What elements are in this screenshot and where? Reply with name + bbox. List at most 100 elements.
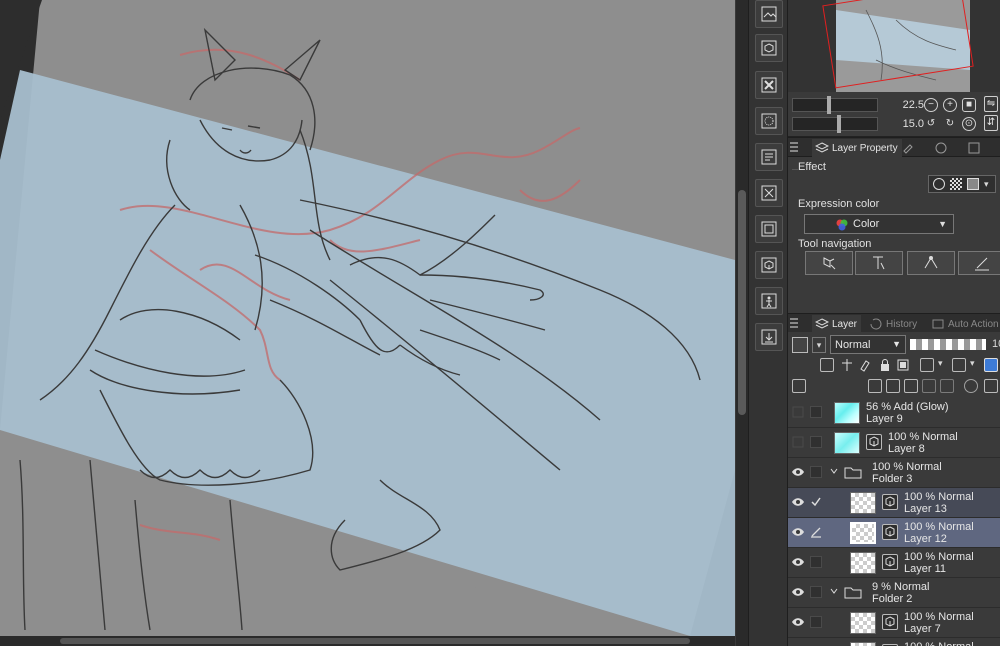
layer-folder-row[interactable]: 100 % Normal Folder 3 — [788, 458, 1000, 488]
combine-down-icon[interactable] — [940, 379, 954, 393]
eye-icon[interactable] — [791, 495, 805, 509]
horizontal-scroll-thumb[interactable] — [60, 638, 690, 644]
layer-check-box[interactable] — [810, 436, 822, 448]
chevron-down-icon[interactable] — [830, 467, 838, 475]
layer-check-box[interactable] — [810, 556, 822, 568]
figure-icon[interactable] — [755, 287, 783, 315]
layer-check-box[interactable] — [810, 406, 822, 418]
vertical-scrollbar[interactable] — [735, 0, 748, 646]
zoom-slider[interactable] — [792, 96, 878, 114]
layer-mask-icon[interactable] — [964, 379, 978, 393]
eye-icon[interactable] — [791, 465, 805, 479]
image-material-icon[interactable] — [755, 0, 783, 28]
chevron-down-icon[interactable]: ▾ — [812, 337, 826, 353]
eye-hidden-icon[interactable] — [791, 405, 805, 419]
vertical-scroll-thumb[interactable] — [738, 190, 746, 415]
rotate-right-icon[interactable]: ↻ — [943, 117, 957, 131]
layer-row[interactable]: 100 % Normal — [788, 638, 1000, 646]
opacity-slider[interactable] — [910, 339, 986, 350]
layer-property-panel: Effect ▾ Expression color Color ▼ Tool n… — [788, 157, 1000, 311]
panel-menu-icon[interactable] — [790, 142, 798, 152]
pen-icon[interactable] — [810, 526, 822, 538]
eye-icon[interactable] — [791, 555, 805, 569]
rotation-value: 15.0 — [902, 118, 924, 130]
blend-mode-select[interactable]: Normal ▼ — [830, 335, 906, 354]
layer-folder-row[interactable]: 9 % Normal Folder 2 — [788, 578, 1000, 608]
story-icon[interactable] — [755, 143, 783, 171]
layer-color-effect-icon[interactable] — [967, 178, 979, 190]
clip-icon[interactable] — [820, 358, 834, 372]
flip-vertical-icon[interactable]: ⇵ — [984, 115, 998, 131]
layer-check-box[interactable] — [810, 586, 822, 598]
tab-sub-tool-detail[interactable] — [898, 139, 930, 157]
effect-toggles[interactable]: ▾ — [928, 175, 996, 193]
new-vector-layer-icon[interactable] — [886, 379, 900, 393]
correct-line-tool-button[interactable] — [907, 251, 955, 275]
zoom-in-icon[interactable]: + — [943, 98, 957, 112]
folder-icon — [844, 587, 862, 599]
tab-layer-property[interactable]: Layer Property — [812, 139, 902, 157]
eye-hidden-icon[interactable] — [791, 435, 805, 449]
tab-color-set[interactable] — [964, 139, 996, 157]
layer-row[interactable]: 100 % Normal Layer 7 — [788, 608, 1000, 638]
chevron-down-icon[interactable] — [830, 587, 838, 595]
panel-menu-icon[interactable] — [790, 318, 798, 328]
frame-icon[interactable] — [755, 215, 783, 243]
new-raster-layer-icon[interactable] — [868, 379, 882, 393]
eye-icon[interactable] — [791, 585, 805, 599]
expression-color-select[interactable]: Color ▼ — [804, 214, 954, 234]
effect-more-icon[interactable]: ▾ — [984, 179, 989, 190]
tab-auto-action[interactable]: Auto Action — [928, 315, 1000, 333]
tab-layer[interactable]: Layer — [812, 315, 862, 333]
transfer-down-icon[interactable] — [922, 379, 936, 393]
chevron-down-icon[interactable]: ▾ — [938, 358, 952, 372]
rotate-left-icon[interactable]: ↺ — [924, 117, 938, 131]
tab-history[interactable]: History — [866, 315, 921, 333]
reset-rotation-icon[interactable]: ⊙ — [962, 117, 976, 131]
layer-row[interactable]: 56 % Add (Glow) Layer 9 — [788, 398, 1000, 428]
pen-tool-button[interactable] — [958, 251, 1000, 275]
layer-row[interactable]: 100 % Normal Layer 11 — [788, 548, 1000, 578]
export-icon[interactable] — [755, 323, 783, 351]
transform-icon[interactable] — [755, 179, 783, 207]
object-tool-button[interactable] — [805, 251, 853, 275]
layer-name: Layer 13 — [904, 503, 947, 515]
layer-blend-info: 100 % Normal — [904, 521, 974, 533]
zoom-out-icon[interactable]: − — [924, 98, 938, 112]
layer-row[interactable]: 100 % Normal Layer 8 — [788, 428, 1000, 458]
layer-check-box[interactable] — [810, 466, 822, 478]
checkmark-icon[interactable] — [810, 496, 822, 508]
layer-check-box[interactable] — [810, 616, 822, 628]
delete-layer-icon[interactable] — [984, 379, 998, 393]
operation-tool-button[interactable] — [855, 251, 903, 275]
delete-icon[interactable] — [755, 71, 783, 99]
tone-effect-icon[interactable] — [950, 178, 962, 190]
tool-navigation-heading: Tool navigation — [798, 238, 872, 250]
eye-icon[interactable] — [791, 615, 805, 629]
layer-row[interactable]: 100 % Normal Layer 13 — [788, 488, 1000, 518]
tone-icon[interactable] — [755, 107, 783, 135]
mask-icon[interactable] — [920, 358, 934, 372]
layer-row[interactable]: 100 % Normal Layer 12 — [788, 518, 1000, 548]
flip-horizontal-icon[interactable]: ⇋ — [984, 96, 998, 112]
eye-icon[interactable] — [791, 525, 805, 539]
ruler-icon[interactable] — [952, 358, 966, 372]
3d-object-icon[interactable] — [755, 34, 783, 62]
new-folder-icon[interactable] — [904, 379, 918, 393]
horizontal-scrollbar[interactable] — [0, 636, 735, 646]
lock-transparency-icon[interactable] — [896, 358, 910, 372]
3d-pose-icon[interactable] — [755, 251, 783, 279]
tab-color-wheel[interactable] — [931, 139, 963, 157]
rotation-slider[interactable] — [792, 115, 878, 133]
drawing-canvas[interactable] — [0, 0, 748, 646]
layer-color-swatch-icon[interactable] — [984, 358, 998, 372]
lock-icon[interactable] — [878, 358, 892, 372]
navigator-panel[interactable] — [788, 0, 1000, 92]
draft-icon[interactable] — [858, 358, 872, 372]
border-effect-icon[interactable] — [933, 178, 945, 190]
layer-color-icon[interactable] — [792, 337, 808, 353]
reference-icon[interactable] — [840, 358, 854, 372]
panel-layout-icon[interactable] — [792, 379, 806, 393]
fit-screen-icon[interactable]: ■ — [962, 98, 976, 112]
chevron-down-icon[interactable]: ▾ — [970, 358, 984, 372]
